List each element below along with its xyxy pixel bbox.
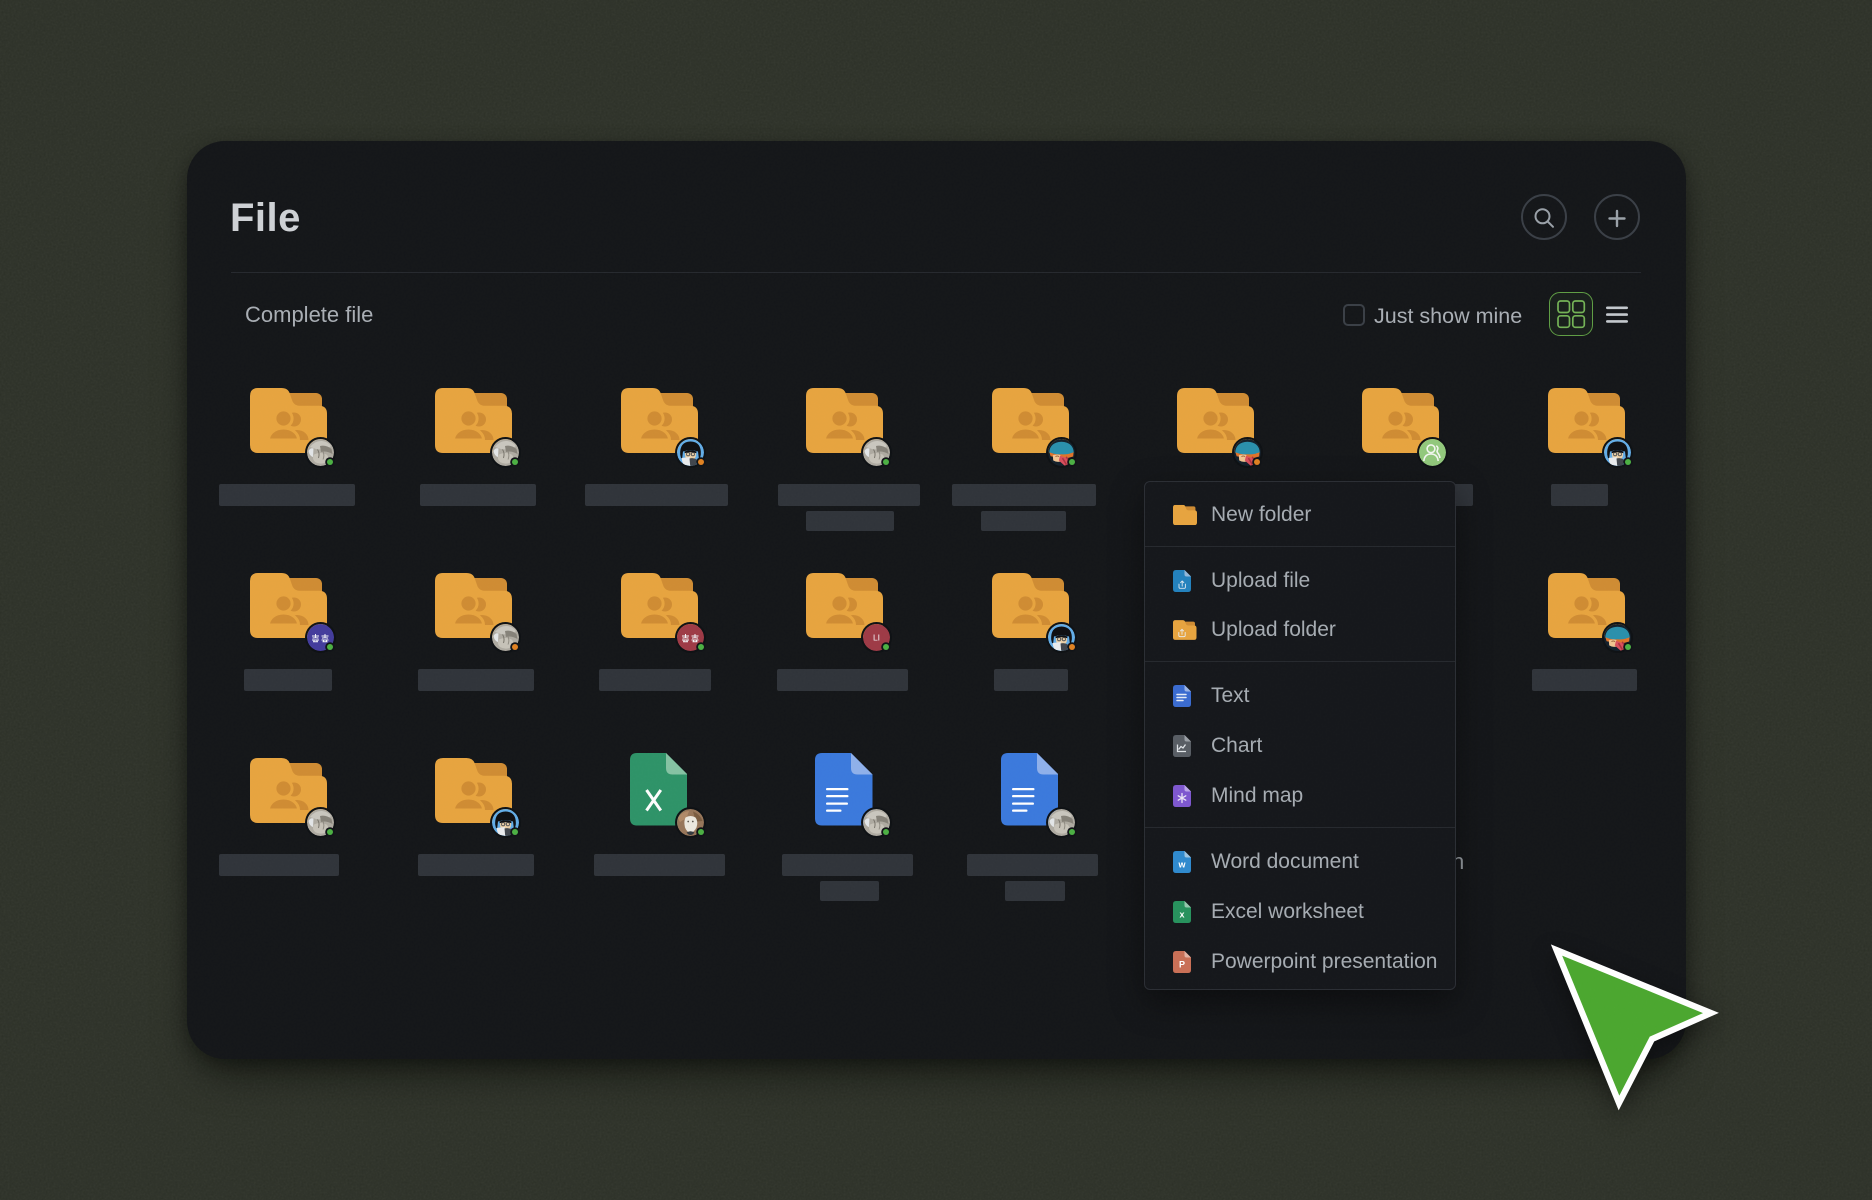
- svg-text:x: x: [1179, 910, 1184, 920]
- svg-text:P: P: [1179, 960, 1185, 970]
- svg-text:LI: LI: [873, 632, 880, 642]
- svg-text:w: w: [1177, 860, 1186, 870]
